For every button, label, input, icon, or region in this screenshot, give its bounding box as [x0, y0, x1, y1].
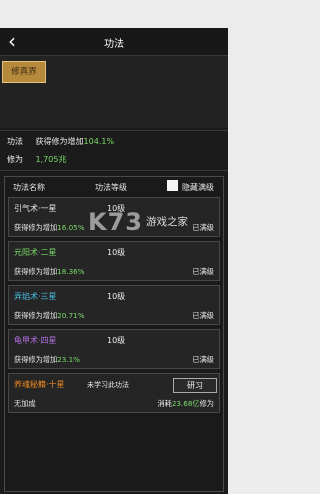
stats-row-technique: 功法 获得修为增加104.1%	[7, 136, 114, 147]
realm-banner: 修真界	[0, 56, 228, 128]
technique-card[interactable]: 养魂秘籍·十星 未学习此功法 研习 无加成 消耗23.68亿修为	[8, 373, 220, 413]
bonus-value: 20.71%	[57, 311, 85, 320]
technique-card[interactable]: 弄焰术·三星 10级 获得修为增加20.71% 已满级	[8, 285, 220, 325]
hide-max-checkbox[interactable]	[167, 180, 178, 191]
technique-bonus: 获得修为增加16.05%	[14, 223, 85, 233]
bonus-prefix: 获得修为增加	[14, 355, 58, 364]
technique-unlearned: 未学习此功法	[87, 381, 129, 389]
learn-button[interactable]: 研习	[173, 378, 217, 393]
max-level-status: 已满级	[192, 267, 214, 276]
stats-row-cultivation: 修为 1,705兆	[7, 154, 66, 165]
bonus-value: 23.1%	[57, 355, 80, 364]
cost-value: 23.68亿	[171, 399, 200, 408]
hide-max-label: 隐藏满级	[182, 183, 214, 192]
technique-name: 引气术·一星	[14, 204, 57, 213]
main-content: 修真界 功法 获得修为增加104.1% 修为 1,705兆 功法名称 功法等级 …	[0, 56, 228, 494]
bonus-prefix: 获得修为增加	[14, 267, 58, 276]
stats-text: 获得修为增加	[35, 137, 84, 146]
nav-bar: ‹ 功法	[0, 28, 228, 56]
stats-cultivation-value: 1,705兆	[35, 155, 67, 164]
technique-name: 养魂秘籍·十星	[14, 380, 65, 389]
bonus-prefix: 获得修为增加	[14, 223, 58, 232]
watermark-logo: K73	[88, 208, 143, 236]
divider	[0, 170, 228, 171]
technique-name: 龟甲术·四星	[14, 336, 57, 345]
page-title: 功法	[104, 39, 124, 50]
bonus-value: 18.36%	[57, 267, 85, 276]
bonus-value: 16.05%	[57, 223, 85, 232]
stats-label-cultivation: 修为	[7, 155, 23, 164]
header-technique-name: 功法名称	[13, 183, 45, 192]
max-level-status: 已满级	[192, 355, 214, 364]
cost-prefix: 消耗	[157, 399, 172, 408]
stats-label-technique: 功法	[7, 137, 23, 146]
divider	[0, 130, 228, 131]
technique-level: 10级	[107, 336, 126, 345]
technique-bonus: 无加成	[14, 399, 36, 408]
technique-bonus: 获得修为增加18.36%	[14, 267, 85, 277]
header-technique-level: 功法等级	[95, 183, 127, 192]
stats-bonus-value: 104.1%	[83, 137, 115, 146]
max-level-status: 已满级	[192, 311, 214, 320]
technique-card[interactable]: 龟甲术·四星 10级 获得修为增加23.1% 已满级	[8, 329, 220, 369]
technique-level: 10级	[107, 292, 126, 301]
technique-name: 弄焰术·三星	[14, 292, 57, 301]
technique-bonus: 获得修为增加23.1%	[14, 355, 80, 365]
cost-suffix: 修为	[199, 399, 214, 408]
bonus-prefix: 获得修为增加	[14, 311, 58, 320]
technique-name: 元阳术·二星	[14, 248, 57, 257]
watermark: K73 游戏之家	[88, 204, 218, 250]
status-bar	[0, 0, 228, 28]
watermark-site-name: 游戏之家	[146, 216, 188, 228]
realm-tab-button[interactable]: 修真界	[2, 61, 46, 83]
technique-bonus: 获得修为增加20.71%	[14, 311, 85, 321]
learn-cost: 消耗23.68亿修为	[157, 399, 214, 409]
